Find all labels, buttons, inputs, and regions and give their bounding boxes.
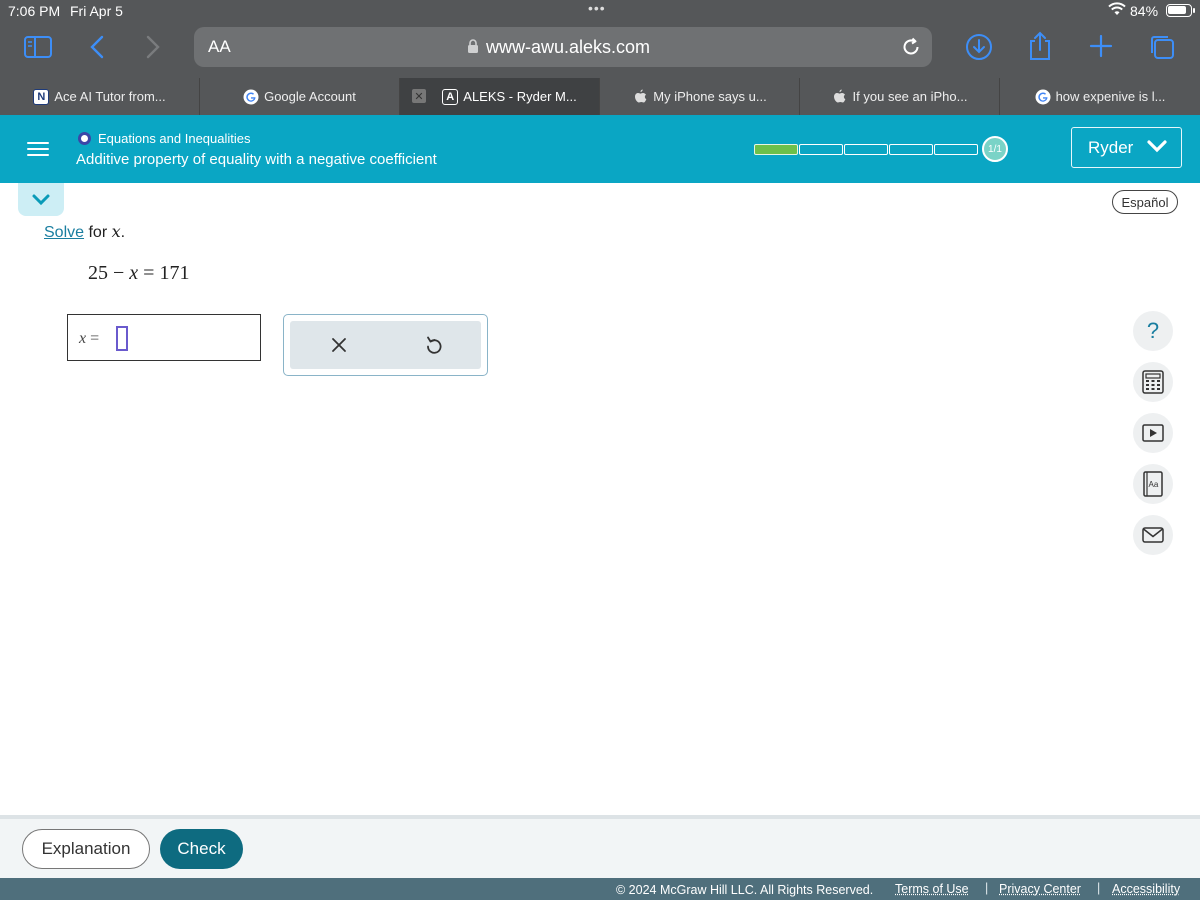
close-tab-icon[interactable]: ✕ <box>412 89 426 103</box>
copyright-text: © 2024 McGraw Hill LLC. All Rights Reser… <box>616 883 874 897</box>
answer-input[interactable] <box>116 326 128 351</box>
tab-title: If you see an iPho... <box>852 89 968 104</box>
dictionary-icon: Aa <box>1143 471 1163 497</box>
check-button[interactable]: Check <box>160 829 243 869</box>
battery-icon <box>1166 4 1195 17</box>
tab-iphone-says[interactable]: My iPhone says u... <box>600 78 800 115</box>
privacy-link[interactable]: Privacy Center <box>999 882 1081 896</box>
equation-minus: − <box>113 262 125 284</box>
google-icon <box>243 89 259 105</box>
apple-icon <box>632 89 648 105</box>
status-bar: 7:06 PM Fri Apr 5 ••• 84% <box>0 0 1200 22</box>
dictionary-button[interactable]: Aa <box>1133 464 1173 504</box>
accessibility-link[interactable]: Accessibility <box>1112 882 1180 896</box>
terms-link[interactable]: Terms of Use <box>895 882 969 896</box>
topic-title: Equations and Inequalities <box>98 131 251 146</box>
tab-title: Ace AI Tutor from... <box>54 89 166 104</box>
tabs-overview-icon[interactable] <box>1148 33 1176 61</box>
subtopic-title: Additive property of equality with a neg… <box>76 151 437 168</box>
footer: © 2024 McGraw Hill LLC. All Rights Reser… <box>0 878 1200 900</box>
download-icon[interactable] <box>965 33 993 61</box>
progress-segment <box>799 144 843 155</box>
explanation-button[interactable]: Explanation <box>22 829 150 869</box>
battery-percent: 84% <box>1130 3 1159 19</box>
calculator-button[interactable] <box>1133 362 1173 402</box>
tab-aleks[interactable]: ✕ A ALEKS - Ryder M... <box>400 78 600 115</box>
status-time: 7:06 PM <box>8 3 61 19</box>
hamburger-menu-icon[interactable] <box>17 133 59 165</box>
undo-icon[interactable] <box>422 333 446 357</box>
video-icon <box>1142 424 1164 442</box>
wifi-icon <box>1108 2 1126 19</box>
clear-icon[interactable] <box>327 333 351 357</box>
forward-icon[interactable] <box>146 35 160 59</box>
progress-bar: 1/1 <box>754 136 1008 162</box>
topic-heading: Equations and Inequalities <box>78 131 251 146</box>
footer-separator: | <box>985 881 989 895</box>
aleks-favicon-icon: A <box>442 88 459 105</box>
equation-right-number: 171 <box>159 262 190 284</box>
problem-equation: 25 − x = 171 <box>88 262 189 285</box>
notion-favicon-icon: N <box>33 88 50 105</box>
progress-segment <box>934 144 978 155</box>
address-bar[interactable]: AA www-awu.aleks.com <box>194 27 932 67</box>
tab-title: ALEKS - Ryder M... <box>463 89 577 104</box>
google-icon <box>1035 89 1051 105</box>
equation-variable: x <box>129 262 139 284</box>
tab-title: My iPhone says u... <box>653 89 767 104</box>
problem-instruction: Solve for x. <box>44 222 125 242</box>
apple-icon <box>832 89 848 105</box>
progress-badge: 1/1 <box>982 136 1008 162</box>
tab-bar: N Ace AI Tutor from... Google Account ✕ … <box>0 78 1200 115</box>
chevron-down-icon <box>32 194 50 205</box>
tab-title: how expenive is l... <box>1055 89 1166 104</box>
expand-panel-button[interactable] <box>18 183 64 216</box>
answer-box[interactable]: x = <box>67 314 261 361</box>
answer-equals: = <box>90 330 100 347</box>
text-size-button[interactable]: AA <box>208 37 231 57</box>
language-button[interactable]: Español <box>1112 190 1178 214</box>
message-button[interactable] <box>1133 515 1173 555</box>
tab-if-you-see[interactable]: If you see an iPho... <box>800 78 1000 115</box>
progress-segment <box>754 144 798 155</box>
equation-left-number: 25 <box>88 262 108 284</box>
status-date: Fri Apr 5 <box>70 3 123 19</box>
tab-how-expensive[interactable]: how expenive is l... <box>1000 78 1200 115</box>
calculator-icon <box>1142 370 1164 394</box>
sidebar-icon[interactable] <box>24 36 52 58</box>
aleks-header: Equations and Inequalities Additive prop… <box>0 115 1200 183</box>
instruction-end: . <box>120 224 126 241</box>
equation-equals: = <box>143 262 155 284</box>
tab-ace-ai-tutor[interactable]: N Ace AI Tutor from... <box>0 78 200 115</box>
back-icon[interactable] <box>90 35 104 59</box>
lock-icon <box>467 39 479 59</box>
topic-status-icon <box>78 132 91 145</box>
footer-separator: | <box>1097 881 1101 895</box>
answer-tools-panel <box>283 314 488 376</box>
solve-link[interactable]: Solve <box>44 224 84 241</box>
instruction-variable: x <box>111 222 121 241</box>
progress-segment <box>844 144 888 155</box>
user-name: Ryder <box>1088 137 1134 157</box>
answer-label: x = <box>79 330 99 348</box>
message-icon <box>1142 527 1164 543</box>
bottom-action-bar: Explanation Check <box>0 819 1200 878</box>
tab-title: Google Account <box>264 89 356 104</box>
multitasking-dots-icon[interactable]: ••• <box>588 0 606 16</box>
url-text: www-awu.aleks.com <box>486 37 651 57</box>
help-button[interactable]: ? <box>1133 311 1173 351</box>
help-icon: ? <box>1146 318 1160 343</box>
video-button[interactable] <box>1133 413 1173 453</box>
progress-segment <box>889 144 933 155</box>
reload-icon[interactable] <box>900 36 922 63</box>
chevron-down-icon <box>1147 138 1167 158</box>
share-icon[interactable] <box>1028 31 1052 61</box>
browser-toolbar: AA www-awu.aleks.com <box>0 22 1200 78</box>
user-menu-button[interactable]: Ryder <box>1071 127 1182 168</box>
answer-variable: x <box>79 330 87 347</box>
new-tab-icon[interactable] <box>1089 34 1113 58</box>
svg-text:Aa: Aa <box>1149 480 1159 489</box>
tab-google-account[interactable]: Google Account <box>200 78 400 115</box>
instruction-text: for <box>84 224 112 241</box>
